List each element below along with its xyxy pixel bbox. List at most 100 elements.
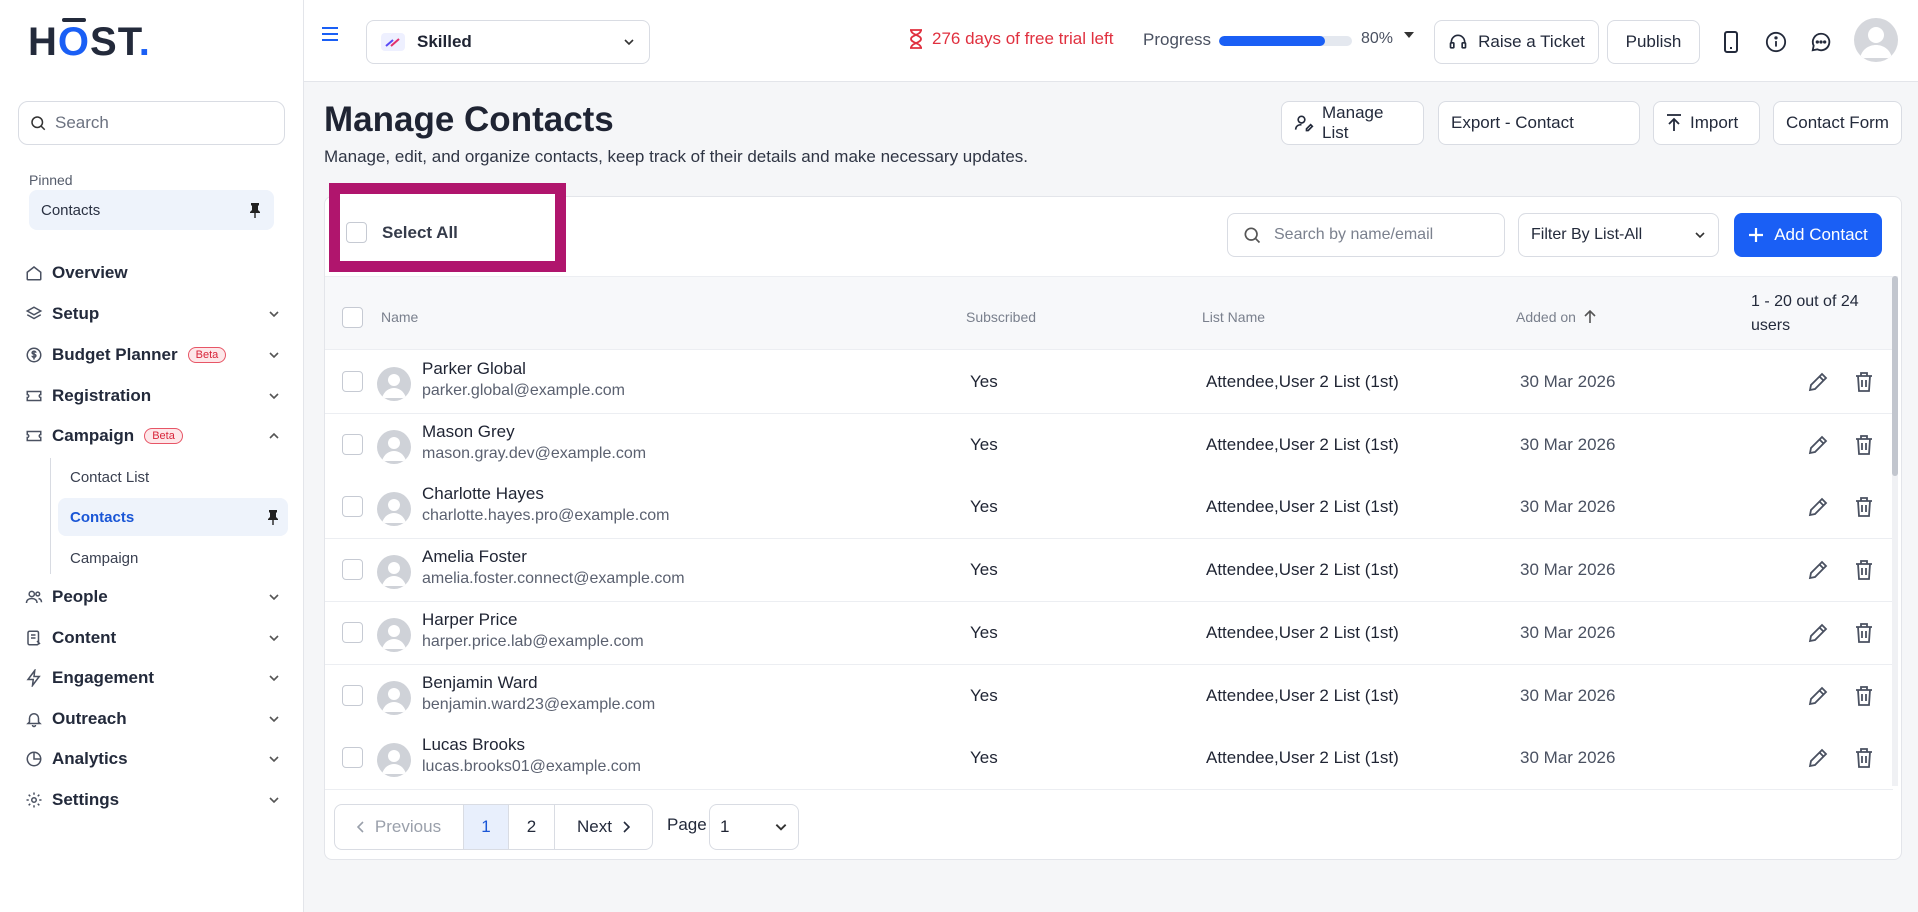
trash-icon[interactable] [1852, 558, 1878, 584]
contact-email: charlotte.hayes.pro@example.com [422, 507, 670, 525]
header-checkbox[interactable] [342, 307, 363, 328]
chat-icon[interactable] [1807, 28, 1835, 56]
chevron-right-icon [622, 821, 630, 833]
table-scrollbar[interactable] [1892, 276, 1898, 786]
sidebar-item-analytics[interactable]: Analytics [24, 743, 280, 775]
user-edit-icon [1294, 113, 1314, 133]
sidebar-item-registration[interactable]: Registration [24, 380, 280, 412]
column-name[interactable]: Name [381, 309, 418, 325]
filter-by-list-dropdown[interactable]: Filter By List-All [1518, 213, 1719, 257]
next-label: Next [577, 817, 612, 836]
contact-email: amelia.foster.connect@example.com [422, 570, 685, 588]
column-added-on[interactable]: Added on [1516, 309, 1596, 325]
table-row: Amelia Foster amelia.foster.connect@examp… [325, 539, 1893, 603]
sidebar-item-setup[interactable]: Setup [24, 298, 280, 330]
contact-list-name: Attendee,User 2 List (1st) [1206, 434, 1399, 454]
edit-icon[interactable] [1806, 746, 1832, 772]
sidebar-item-overview[interactable]: Overview [24, 257, 280, 289]
contact-list-name: Attendee,User 2 List (1st) [1206, 622, 1399, 642]
upload-icon [1666, 114, 1682, 132]
sidebar-item-content[interactable]: Content [24, 622, 280, 654]
event-selector[interactable]: Skilled [366, 20, 650, 64]
select-all[interactable]: Select All [346, 222, 458, 243]
select-all-checkbox[interactable] [346, 222, 367, 243]
sidebar-subitem-campaign[interactable]: Campaign [58, 539, 288, 577]
row-checkbox[interactable] [342, 747, 363, 769]
trash-icon[interactable] [1852, 433, 1878, 459]
user-avatar[interactable] [1854, 18, 1898, 62]
sidebar-subitem-contacts[interactable]: Contacts [58, 498, 288, 536]
sidebar-item-label: Analytics [52, 749, 128, 768]
contact-email: harper.price.lab@example.com [422, 632, 644, 650]
page-select[interactable]: 1 [709, 804, 799, 850]
sidebar-item-label: Registration [52, 386, 152, 405]
trash-icon[interactable] [1852, 495, 1878, 521]
edit-icon[interactable] [1806, 370, 1832, 396]
sidebar-item-label: Budget Planner [52, 345, 178, 364]
sidebar-subitem-contact-list[interactable]: Contact List [58, 458, 288, 496]
pin-icon[interactable] [266, 509, 280, 525]
chevron-down-icon [268, 591, 280, 603]
edit-icon[interactable] [1806, 621, 1832, 647]
column-subscribed[interactable]: Subscribed [966, 309, 1036, 325]
menu-icon[interactable] [322, 26, 340, 42]
pin-icon[interactable] [248, 202, 262, 218]
manage-list-button[interactable]: Manage List [1281, 101, 1424, 145]
beta-badge: Beta [187, 347, 227, 363]
edit-icon[interactable] [1806, 433, 1832, 459]
page-button-2[interactable]: 2 [509, 805, 555, 849]
beta-badge: Beta [144, 428, 183, 444]
raise-ticket-button[interactable]: Raise a Ticket [1434, 20, 1599, 64]
sidebar-search[interactable] [18, 101, 285, 145]
publish-label: Publish [1625, 32, 1682, 51]
row-checkbox[interactable] [342, 621, 363, 643]
event-name: Skilled [417, 32, 472, 51]
pinned-item-contacts[interactable]: Contacts [29, 190, 274, 230]
mobile-preview-icon[interactable] [1717, 28, 1745, 56]
contact-name: Harper Price [422, 609, 518, 629]
row-checkbox[interactable] [342, 433, 363, 455]
info-icon[interactable] [1762, 28, 1790, 56]
add-contact-button[interactable]: Add Contact [1734, 213, 1882, 257]
trash-icon[interactable] [1852, 746, 1878, 772]
sidebar-item-settings[interactable]: Settings [24, 784, 280, 816]
contact-search-input[interactable] [1274, 226, 1494, 244]
trash-icon[interactable] [1852, 684, 1878, 710]
publish-button[interactable]: Publish [1607, 20, 1700, 64]
scrollbar-thumb[interactable] [1892, 276, 1898, 476]
export-contact-button[interactable]: Export - Contact [1438, 101, 1640, 145]
submenu-guide-line [50, 458, 51, 574]
sidebar-item-budget-planner[interactable]: Budget Planner Beta [24, 339, 280, 371]
contact-list-name: Attendee,User 2 List (1st) [1206, 560, 1399, 580]
progress-dropdown-icon[interactable] [1403, 31, 1415, 39]
import-label: Import [1690, 113, 1739, 132]
sidebar-item-outreach[interactable]: Outreach [24, 703, 280, 735]
sidebar-item-people[interactable]: People [24, 581, 280, 613]
column-list-name[interactable]: List Name [1202, 309, 1265, 325]
contact-added-on: 30 Mar 2026 [1520, 497, 1616, 517]
edit-icon[interactable] [1806, 684, 1832, 710]
contact-form-button[interactable]: Contact Form [1773, 101, 1902, 145]
progress-percent: 80% [1361, 30, 1394, 47]
sidebar-item-engagement[interactable]: Engagement [24, 662, 280, 694]
page-button-1[interactable]: 1 [464, 805, 509, 849]
import-button[interactable]: Import [1653, 101, 1760, 145]
edit-icon[interactable] [1806, 558, 1832, 584]
contact-search[interactable] [1227, 213, 1505, 257]
next-page-button[interactable]: Next [555, 805, 652, 849]
contact-avatar [377, 743, 411, 778]
arrow-up-icon[interactable] [1584, 310, 1596, 324]
host-logo[interactable]: HOST. [28, 20, 151, 65]
trash-icon[interactable] [1852, 621, 1878, 647]
row-checkbox[interactable] [342, 371, 363, 392]
contact-name: Parker Global [422, 359, 526, 378]
row-checkbox[interactable] [342, 496, 363, 518]
topbar: Skilled 276 days of free trial left Prog… [304, 0, 1918, 82]
trash-icon[interactable] [1852, 370, 1878, 396]
sidebar-search-input[interactable] [55, 113, 255, 133]
row-checkbox[interactable] [342, 684, 363, 706]
sidebar-item-campaign[interactable]: Campaign Beta [24, 420, 280, 452]
previous-page-button[interactable]: Previous [335, 805, 464, 849]
edit-icon[interactable] [1806, 495, 1832, 521]
row-checkbox[interactable] [342, 559, 363, 581]
